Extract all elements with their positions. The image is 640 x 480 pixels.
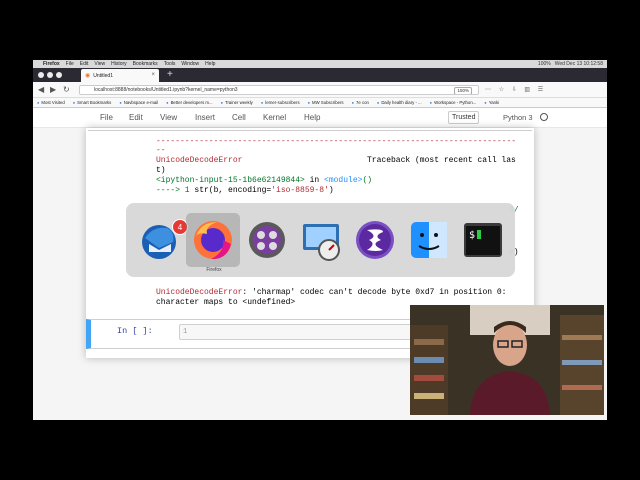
jupyter-menubar: File Edit View Insert Cell Kernel Help T… — [33, 108, 607, 128]
cell-prompt: In [ ]: — [117, 326, 153, 336]
code-arrow: ----> 1 — [156, 186, 195, 195]
error-name: UnicodeDecodeError — [156, 156, 243, 165]
menubar-status-area: 100% Wed Dec 13 10:12:58 — [538, 60, 603, 68]
menubar-history[interactable]: History — [111, 61, 127, 67]
error-message-line-1: UnicodeDecodeError: 'charmap' codec can'… — [156, 288, 506, 298]
bookmark-item[interactable]: Better developers m... — [166, 100, 213, 105]
webcam-overlay — [410, 305, 604, 415]
battery-level[interactable]: 100% — [538, 61, 551, 67]
trusted-indicator[interactable]: Trusted — [448, 111, 480, 124]
previous-cell-edge — [88, 128, 532, 131]
bookmark-item[interactable]: Most Visited — [37, 100, 64, 105]
input-ref: <ipython-input-15-1b6e62149844> — [156, 176, 305, 185]
jupyter-menu-help[interactable]: Help — [304, 113, 320, 122]
tab-untitled1[interactable]: ◉ Untitled1 × — [81, 69, 159, 82]
selected-app-label: Firefox — [206, 267, 222, 273]
bookmark-item[interactable]: lerner-subscribers — [261, 100, 299, 105]
jupyter-favicon-icon: ◉ — [85, 73, 91, 79]
forward-icon[interactable]: ▶ — [50, 85, 56, 94]
traceback-header: UnicodeDecodeError Traceback (most recent… — [156, 156, 516, 166]
navigation-bar: ◀ ▶ ↻ localhost:8888/notebooks/Untitled1… — [33, 82, 607, 98]
url-bar[interactable]: localhost:8888/notebooks/Untitled1.ipynb… — [79, 85, 479, 95]
firefox-app[interactable] — [186, 213, 240, 267]
toolbar-icons[interactable]: ⋯ ☆ ⇩ ▥ ☰ — [485, 86, 546, 93]
imovie-icon — [249, 222, 285, 258]
traceback-code-line: ----> 1 str(b, encoding='iso-8859-8') — [156, 186, 334, 196]
imovie-app[interactable] — [240, 213, 294, 267]
code-close: ) — [328, 186, 334, 195]
disk-utility-app[interactable] — [294, 213, 348, 267]
bookmark-item[interactable]: Yanki — [484, 100, 499, 105]
zoom-indicator[interactable]: 150% — [454, 87, 472, 94]
macos-menubar: Firefox File Edit View History Bookmarks… — [33, 60, 607, 68]
traceback-location: <ipython-input-15-1b6e62149844> in <modu… — [156, 176, 372, 186]
error-name-2: UnicodeDecodeError — [156, 288, 243, 297]
code-string: 'iso-8859-8' — [271, 186, 329, 195]
svg-text:$: $ — [469, 230, 475, 241]
module-parens: () — [362, 176, 373, 185]
bookmark-item[interactable]: Daily health diary - ... — [377, 100, 421, 105]
firefox-icon — [194, 221, 232, 260]
webcam-video-icon — [410, 305, 604, 415]
bookmark-item[interactable]: MW Subscribers — [308, 100, 344, 105]
bookmarks-bar: Most Visited Smart Bookmarks Navbspace e… — [33, 98, 607, 108]
window-close-button[interactable] — [38, 72, 44, 78]
code-text: str(b, encoding= — [194, 186, 272, 195]
error-message-line-2: character maps to <undefined> — [156, 298, 296, 307]
url-text: localhost:8888/notebooks/Untitled1.ipynb… — [94, 87, 238, 93]
menubar-help[interactable]: Help — [205, 61, 215, 67]
bookmark-item[interactable]: Smart Bookmarks — [73, 100, 111, 105]
error-message: : 'charmap' codec can't decode byte 0xd7… — [242, 288, 507, 297]
menubar-bookmarks[interactable]: Bookmarks — [133, 61, 158, 67]
menubar-tools[interactable]: Tools — [164, 61, 176, 67]
new-tab-button[interactable]: + — [167, 69, 173, 80]
terminal-icon: $ — [464, 223, 502, 257]
emacs-app[interactable] — [348, 213, 402, 267]
bookmark-item[interactable]: Workspace - Python... — [430, 100, 476, 105]
menubar-view[interactable]: View — [94, 61, 105, 67]
window-zoom-button[interactable] — [56, 72, 62, 78]
traceback-separator-tail: -- — [156, 146, 166, 155]
kernel-name[interactable]: Python 3 — [503, 113, 533, 122]
line-number: 1 — [183, 328, 188, 336]
jupyter-menu-view[interactable]: View — [160, 113, 177, 122]
traceback-label: Traceback (most recent call las — [367, 156, 516, 165]
finder-icon — [411, 222, 447, 258]
bookmark-item[interactable]: 7e con — [352, 100, 369, 105]
reload-icon[interactable]: ↻ — [63, 85, 70, 94]
menubar-window[interactable]: Window — [181, 61, 199, 67]
jupyter-menu-kernel[interactable]: Kernel — [263, 113, 286, 122]
module-ref: <module> — [324, 176, 363, 185]
jupyter-menu-file[interactable]: File — [100, 113, 113, 122]
traceback-separator: ----------------------------------------… — [156, 137, 517, 146]
tab-strip: ◉ Untitled1 × + — [33, 68, 607, 82]
disk-utility-icon — [303, 224, 340, 261]
finder-app[interactable] — [402, 213, 456, 267]
jupyter-menu-insert[interactable]: Insert — [195, 113, 215, 122]
menubar-clock[interactable]: Wed Dec 13 10:12:58 — [555, 61, 603, 67]
jupyter-menu-cell[interactable]: Cell — [232, 113, 246, 122]
menubar-edit[interactable]: Edit — [80, 61, 89, 67]
window-minimize-button[interactable] — [47, 72, 53, 78]
kernel-status-icon — [540, 113, 548, 121]
traceback-label-tail: t) — [156, 166, 166, 175]
emacs-icon — [356, 221, 394, 259]
menubar-app[interactable]: Firefox — [43, 61, 60, 67]
bookmark-item[interactable]: Trainer weekly — [221, 100, 253, 105]
in-word: in — [304, 176, 325, 185]
bookmark-item[interactable]: Navbspace e-mail — [119, 100, 158, 105]
tab-title: Untitled1 — [93, 72, 113, 79]
tab-close-icon[interactable]: × — [151, 72, 155, 78]
menubar-file[interactable]: File — [66, 61, 74, 67]
app-switcher: 4 Firefox $ — [126, 203, 515, 277]
thunderbird-app[interactable]: 4 — [132, 213, 188, 267]
terminal-app[interactable]: $ — [456, 213, 510, 267]
jupyter-menu-edit[interactable]: Edit — [129, 113, 143, 122]
back-icon[interactable]: ◀ — [38, 85, 44, 94]
